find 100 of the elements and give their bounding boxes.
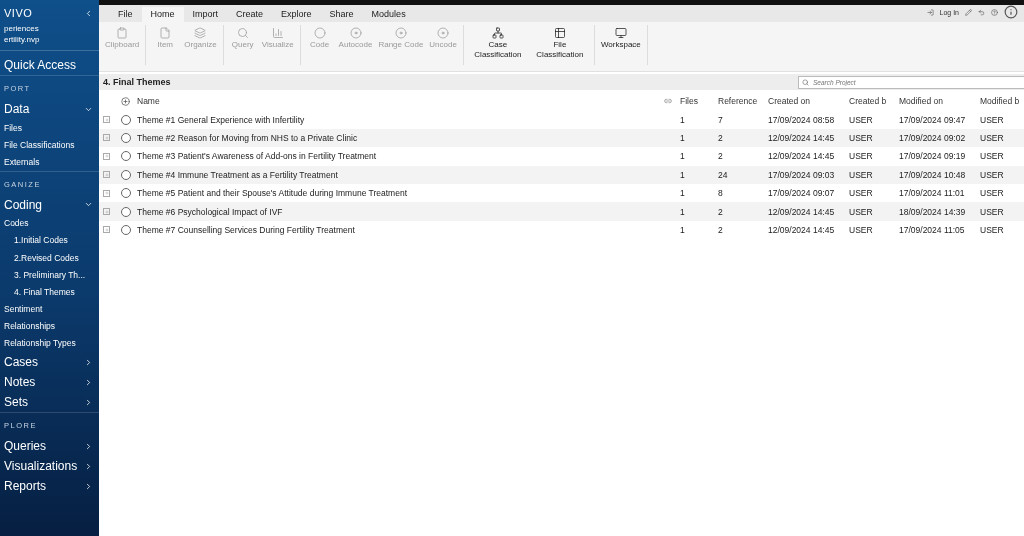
nav-item[interactable]: Relationship Types — [0, 334, 99, 353]
nav-item[interactable]: 2.Revised Codes — [0, 248, 99, 267]
table-cell-text: 12/09/2024 14:45 — [768, 151, 836, 162]
nav-group[interactable]: Sets — [4, 395, 28, 410]
nav-item[interactable]: Relationships — [0, 317, 99, 335]
disc-icon — [437, 26, 450, 39]
table-cell-text: USER — [980, 114, 1005, 125]
chevron-right-icon[interactable] — [84, 397, 93, 407]
info-icon[interactable] — [1004, 5, 1018, 19]
nav-group[interactable]: Cases — [4, 355, 38, 370]
row-radio[interactable] — [121, 151, 131, 162]
table-cell-text: Theme #4 Immune Treatment as a Fertility Treatment — [137, 169, 339, 180]
collapse-icon[interactable] — [84, 8, 93, 18]
row-radio[interactable] — [121, 206, 131, 217]
menu-tab[interactable]: File — [109, 7, 142, 22]
row-radio[interactable] — [121, 169, 131, 180]
table-cell-text: 17/09/2024 09:47 — [899, 114, 967, 125]
table-cell-text: 1 — [680, 206, 686, 217]
pencil-icon[interactable] — [965, 8, 972, 16]
table-cell-text: 2 — [718, 132, 724, 143]
add-column-icon[interactable] — [121, 96, 130, 106]
table-cell-text: 12/09/2024 14:45 — [768, 224, 836, 235]
table-cell-text: Theme #7 Counselling Services During Fertility Treatment — [137, 224, 356, 235]
nav-group[interactable]: Data — [4, 102, 30, 116]
nav-item[interactable]: 3. Preliminary Th... — [0, 266, 99, 284]
nav-item[interactable]: Sentiment — [0, 300, 99, 318]
table-cell-text: 18/09/2024 14:39 — [899, 206, 967, 217]
table-cell-text: 17/09/2024 09:19 — [899, 151, 967, 162]
nav-group[interactable]: Reports — [4, 479, 47, 494]
table-cell-text: Theme #5 Patient and their Spouse's Attitude during Immune Treatment — [137, 188, 408, 199]
chevron-right-icon[interactable] — [84, 357, 93, 367]
table-cell-text: USER — [849, 188, 874, 199]
project-name: periences — [3, 23, 40, 34]
table-cell-text: 24 — [718, 169, 729, 180]
table-cell-text: USER — [980, 169, 1005, 180]
nav-item[interactable]: File Classifications — [0, 136, 99, 154]
table-cell-text: Theme #6 Psychological Impact of IVF — [137, 206, 284, 217]
menu-tab[interactable]: Import — [183, 7, 228, 22]
menu-tab[interactable]: Create — [227, 7, 273, 22]
column-header[interactable]: Created on — [768, 96, 849, 107]
table-cell-text: USER — [849, 169, 874, 180]
table-cell-text: 1 — [680, 114, 686, 125]
table-cell-text: 12/09/2024 14:45 — [768, 132, 836, 143]
table-cell-text: 1 — [680, 188, 686, 199]
column-header[interactable]: Name — [137, 96, 664, 107]
nav-item[interactable]: 1.Initial Codes — [0, 231, 99, 249]
column-header[interactable]: Files — [680, 96, 718, 107]
row-radio[interactable] — [121, 132, 131, 143]
chevron-right-icon[interactable] — [84, 441, 93, 451]
row-radio[interactable] — [121, 114, 131, 125]
nav-item[interactable]: Externals — [0, 153, 99, 171]
chevron-right-icon[interactable] — [84, 481, 93, 491]
bar-chart-icon — [271, 26, 284, 39]
nav-group[interactable]: Coding — [4, 197, 43, 212]
circle-icon — [313, 26, 326, 39]
menu-tab[interactable]: Home — [141, 7, 184, 22]
table-cell-text: 17/09/2024 08:58 — [768, 114, 836, 125]
column-header[interactable]: Modified b — [980, 96, 1024, 107]
network-icon — [491, 26, 504, 39]
chevron-right-icon[interactable] — [84, 461, 93, 471]
nav-item[interactable]: Files — [0, 119, 99, 137]
panel-title: 4. Final Themes — [103, 77, 171, 87]
nav-group[interactable]: Visualizations — [4, 459, 78, 474]
search-icon — [236, 26, 249, 39]
chevron-right-icon[interactable] — [84, 377, 93, 387]
login-icon[interactable] — [926, 8, 934, 16]
table-cell-text: 1 — [680, 169, 686, 180]
table-cell-text: 17/09/2024 09:07 — [768, 188, 836, 199]
table-cell-text: USER — [849, 224, 874, 235]
column-header[interactable]: Reference — [718, 96, 768, 107]
table-cell-text: USER — [849, 206, 874, 217]
row-radio[interactable] — [121, 224, 131, 235]
table-cell-text: USER — [980, 206, 1005, 217]
table-cell-text: 17/09/2024 09:03 — [768, 169, 836, 180]
table-cell-text: 8 — [718, 188, 724, 199]
table-cell-text: 17/09/2024 09:02 — [899, 132, 967, 143]
disc-icon — [349, 26, 362, 39]
undo-icon[interactable] — [978, 8, 985, 16]
row-radio[interactable] — [121, 188, 131, 199]
ribbon-button[interactable]: File Classification — [529, 25, 590, 65]
menu-tab[interactable]: Modules — [362, 7, 415, 22]
ribbon-button[interactable]: Workspace — [598, 25, 643, 65]
table-cell-text: 1 — [680, 224, 686, 235]
search-icon — [802, 78, 809, 86]
nav-group[interactable]: Quick Access — [4, 58, 77, 72]
menu-tab[interactable]: Explore — [272, 7, 321, 22]
clipboard-icon — [116, 26, 129, 39]
table-cell-text: 17/09/2024 11:05 — [899, 224, 966, 235]
table-cell-text: 7 — [718, 114, 724, 125]
nav-item[interactable]: Codes — [0, 214, 99, 232]
menu-tab[interactable]: Share — [320, 7, 363, 22]
nav-item[interactable]: 4. Final Themes — [0, 283, 99, 301]
nav-group[interactable]: Queries — [4, 439, 47, 454]
table-cell-text: 12/09/2024 14:45 — [768, 206, 836, 217]
column-header[interactable]: Modified on — [899, 96, 980, 107]
nav-group[interactable]: Notes — [4, 375, 36, 390]
ribbon-button[interactable]: Case Classification — [467, 25, 528, 65]
project-name: ertility.nvp — [3, 34, 41, 45]
table-cell-text: USER — [980, 188, 1005, 199]
column-header[interactable]: Created b — [849, 96, 899, 107]
